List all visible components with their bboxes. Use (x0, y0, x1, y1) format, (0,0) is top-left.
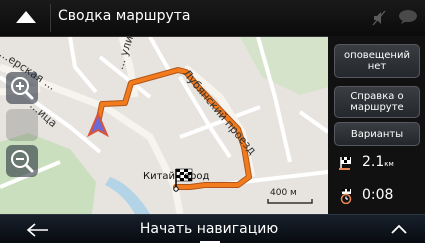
zoom-in-icon (11, 77, 34, 100)
chevron-up-icon (391, 224, 407, 234)
route-summary-screen: Сводка маршрута ...ерская ... ... улица … (0, 0, 425, 243)
page-title: Сводка маршрута (58, 8, 191, 24)
route-variants-button[interactable]: Варианты (334, 122, 420, 146)
scale-label: 400 м (270, 188, 297, 198)
destination-label: Китай-город (143, 171, 210, 182)
clock-flag-icon (338, 188, 354, 205)
message-icon[interactable] (398, 9, 418, 25)
alerts-button[interactable]: оповещений нет (334, 44, 420, 78)
route-summary-button[interactable]: Справка о маршруте (334, 86, 420, 118)
left-arrow-icon (26, 223, 48, 237)
distance-flag-icon (338, 155, 354, 171)
route-map[interactable]: ...ерская ... ... улица Лубянский проезд… (0, 37, 328, 214)
distance-value: 2.1км (362, 154, 394, 170)
zoom-in-button[interactable] (6, 72, 38, 104)
mute-icon[interactable] (372, 10, 386, 26)
zoom-out-button[interactable] (6, 145, 38, 177)
distance-unit: км (384, 160, 394, 168)
time-value: 0:08 (362, 187, 394, 203)
zoom-out-icon (11, 150, 34, 173)
2d-view-button[interactable] (6, 109, 38, 141)
up-arrow-icon[interactable] (6, 5, 44, 31)
route-info-panel: оповещений нет Справка о маршруте Вариан… (328, 36, 425, 214)
bottom-bar: Начать навигацию (0, 214, 425, 243)
position-arrow-icon (86, 111, 110, 138)
back-button[interactable] (0, 215, 70, 243)
divider (50, 4, 51, 32)
start-navigation-button[interactable]: Начать навигацию (70, 215, 348, 243)
distance-number: 2.1 (362, 154, 385, 170)
top-bar: Сводка маршрута (0, 0, 425, 37)
start-navigation-label: Начать навигацию (139, 221, 279, 237)
expand-button[interactable] (372, 215, 425, 243)
map-view-icon (13, 116, 31, 134)
